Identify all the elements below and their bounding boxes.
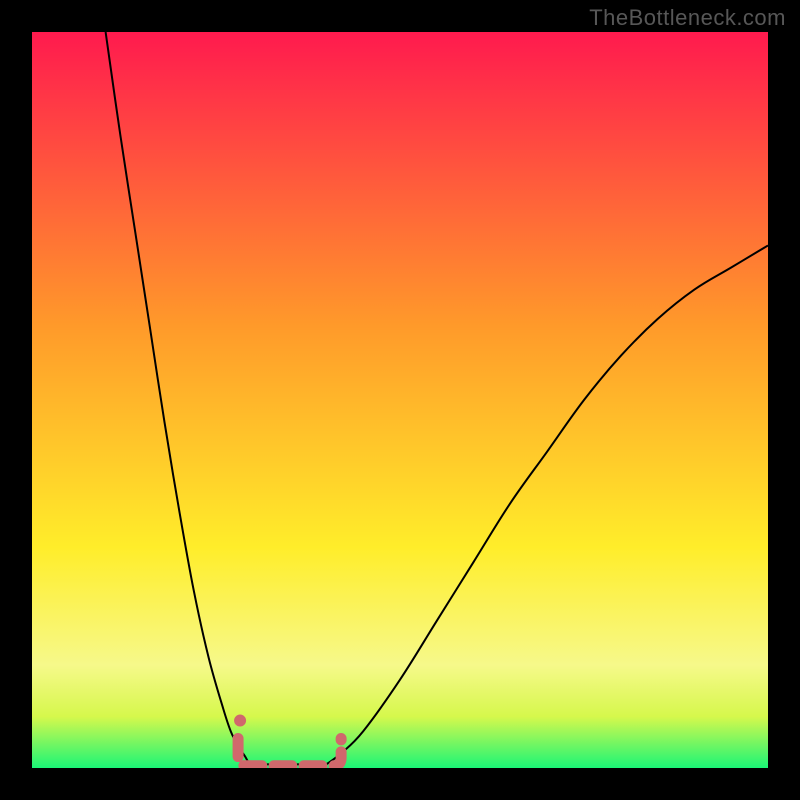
plot-area xyxy=(32,32,768,768)
watermark-text: TheBottleneck.com xyxy=(589,5,786,31)
gradient-background xyxy=(32,32,768,768)
bracket-dot xyxy=(234,715,246,727)
chart-frame: TheBottleneck.com xyxy=(0,0,800,800)
chart-svg xyxy=(32,32,768,768)
